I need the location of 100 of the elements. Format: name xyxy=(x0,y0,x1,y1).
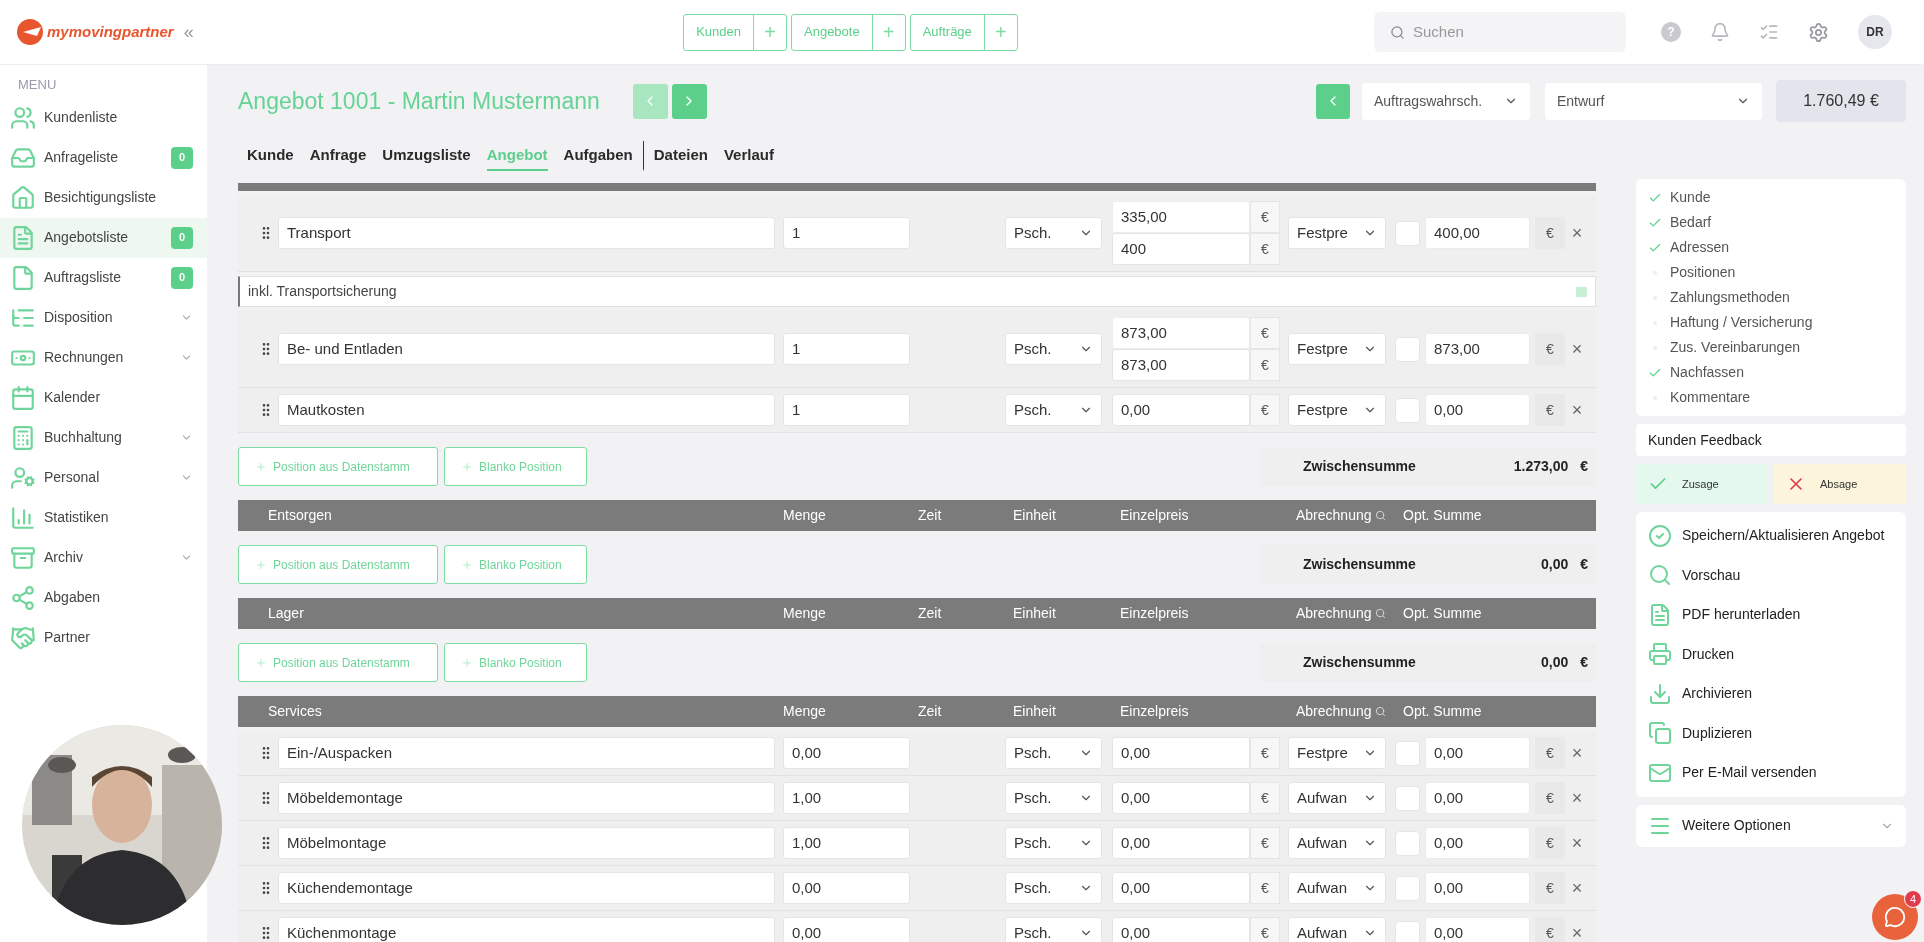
unit-select[interactable]: Psch. xyxy=(1005,782,1102,814)
unit-select[interactable]: Psch. xyxy=(1005,333,1102,365)
more-options-button[interactable]: Weitere Optionen xyxy=(1636,804,1906,847)
unit-select[interactable]: Psch. xyxy=(1005,827,1102,859)
next-button[interactable] xyxy=(671,83,707,119)
price-field[interactable]: 873,00 xyxy=(1112,317,1250,349)
tab[interactable]: Aufgaben xyxy=(563,141,633,171)
sum-field[interactable]: 0,00 xyxy=(1425,737,1530,769)
search-icon[interactable] xyxy=(1374,706,1386,717)
remove-button[interactable]: × xyxy=(1565,834,1589,852)
position-name-field[interactable]: Küchenmontage xyxy=(278,917,775,942)
sidebar-item[interactable]: Kundenliste xyxy=(0,97,207,138)
position-name-field[interactable]: Möbeldemontage xyxy=(278,782,775,814)
optional-checkbox[interactable] xyxy=(1395,220,1420,246)
position-name-field[interactable]: Ein-/Auspacken xyxy=(278,737,775,769)
tab[interactable]: Umzugsliste xyxy=(382,141,471,171)
action-button[interactable]: PDF herunterladen xyxy=(1648,595,1894,635)
sidebar-item[interactable]: Disposition xyxy=(0,297,207,338)
remove-button[interactable]: × xyxy=(1565,789,1589,807)
logo-text[interactable]: mymovingpartner xyxy=(47,20,174,44)
sidebar-item[interactable]: Auftragsliste 0 xyxy=(0,257,207,298)
action-button[interactable]: Vorschau xyxy=(1648,555,1894,595)
probability-select[interactable]: Auftragswahrsch. xyxy=(1362,82,1530,120)
sum-field[interactable]: 873,00 xyxy=(1425,333,1530,365)
optional-checkbox[interactable] xyxy=(1395,397,1420,423)
unit-select[interactable]: Psch. xyxy=(1005,917,1102,942)
remove-button[interactable]: × xyxy=(1565,924,1589,942)
billing-select[interactable]: Aufwan xyxy=(1288,782,1386,814)
action-button[interactable]: Speichern/Aktualisieren Angebot xyxy=(1648,516,1894,556)
remove-button[interactable]: × xyxy=(1565,401,1589,419)
action-button[interactable]: Per E-Mail versenden xyxy=(1648,753,1894,793)
unit-select[interactable]: Psch. xyxy=(1005,872,1102,904)
status-select[interactable]: Entwurf xyxy=(1545,82,1762,120)
position-name-field[interactable]: Be- und Entladen xyxy=(278,333,775,365)
sidebar-item[interactable]: Buchhaltung xyxy=(0,417,207,458)
quantity-field[interactable]: 1,00 xyxy=(783,782,910,814)
remove-button[interactable]: × xyxy=(1565,744,1589,762)
tab[interactable]: Kunde xyxy=(247,141,294,171)
unit-select[interactable]: Psch. xyxy=(1005,737,1102,769)
accept-button[interactable]: Zusage xyxy=(1636,464,1768,504)
remove-button[interactable]: × xyxy=(1565,340,1589,358)
quantity-field[interactable]: 1,00 xyxy=(783,827,910,859)
avatar[interactable]: DR xyxy=(1858,15,1892,49)
price-field[interactable]: 335,00 xyxy=(1112,201,1250,233)
position-name-field[interactable]: Küchendemontage xyxy=(278,872,775,904)
position-name-field[interactable]: Transport xyxy=(278,217,775,249)
tab[interactable]: Anfrage xyxy=(309,141,367,171)
sidebar-item[interactable]: Anfrageliste 0 xyxy=(0,137,207,178)
sidebar-item[interactable]: Angebotsliste 0 xyxy=(0,217,207,258)
tab[interactable]: Dateien xyxy=(642,141,708,171)
optional-checkbox[interactable] xyxy=(1395,740,1420,766)
quantity-field[interactable]: 1 xyxy=(783,394,910,426)
sidebar-item[interactable]: Partner xyxy=(0,617,207,658)
optional-checkbox[interactable] xyxy=(1395,830,1420,856)
action-button[interactable]: Archivieren xyxy=(1648,674,1894,714)
tab[interactable]: Verlauf xyxy=(723,141,774,171)
sum-field[interactable]: 0,00 xyxy=(1425,872,1530,904)
billing-select[interactable]: Festpre xyxy=(1288,394,1386,426)
price-field[interactable]: 0,00 xyxy=(1112,827,1250,859)
billing-select[interactable]: Aufwan xyxy=(1288,872,1386,904)
sum-field[interactable]: 0,00 xyxy=(1425,917,1530,942)
optional-checkbox[interactable] xyxy=(1395,920,1420,942)
settings-icon[interactable] xyxy=(1808,21,1829,43)
sidebar-item[interactable]: Statistiken xyxy=(0,497,207,538)
price-field[interactable]: 400 xyxy=(1112,233,1250,265)
reject-button[interactable]: Absage xyxy=(1774,464,1906,504)
back-button[interactable] xyxy=(1316,83,1350,119)
sidebar-item[interactable]: Kalender xyxy=(0,377,207,418)
price-field[interactable]: 0,00 xyxy=(1112,782,1250,814)
quantity-field[interactable]: 0,00 xyxy=(783,917,910,942)
search-icon[interactable] xyxy=(1374,608,1386,619)
remove-button[interactable]: × xyxy=(1565,224,1589,242)
billing-select[interactable]: Festpre xyxy=(1288,737,1386,769)
price-field[interactable]: 0,00 xyxy=(1112,737,1250,769)
quantity-field[interactable]: 1 xyxy=(783,333,910,365)
billing-select[interactable]: Festpre xyxy=(1288,333,1386,365)
optional-checkbox[interactable] xyxy=(1395,875,1420,901)
position-name-field[interactable]: Möbelmontage xyxy=(278,827,775,859)
checklist-icon[interactable] xyxy=(1759,22,1779,42)
price-field[interactable]: 0,00 xyxy=(1112,872,1250,904)
price-field[interactable]: 0,00 xyxy=(1112,917,1250,942)
unit-select[interactable]: Psch. xyxy=(1005,217,1102,249)
quantity-field[interactable]: 0,00 xyxy=(783,872,910,904)
billing-select[interactable]: Aufwan xyxy=(1288,917,1386,942)
billing-select[interactable]: Aufwan xyxy=(1288,827,1386,859)
sidebar-item[interactable]: Besichtigungsliste xyxy=(0,177,207,218)
sidebar-item[interactable]: Rechnungen xyxy=(0,337,207,378)
sidebar-item[interactable]: Abgaben xyxy=(0,577,207,618)
price-field[interactable]: 873,00 xyxy=(1112,349,1250,381)
action-button[interactable]: Duplizieren xyxy=(1648,713,1894,753)
note-field[interactable]: inkl. Transportsicherung xyxy=(238,276,1596,307)
position-name-field[interactable]: Mautkosten xyxy=(278,394,775,426)
sum-field[interactable]: 400,00 xyxy=(1425,217,1530,249)
billing-select[interactable]: Festpre xyxy=(1288,217,1386,249)
sum-field[interactable]: 0,00 xyxy=(1425,394,1530,426)
remove-button[interactable]: × xyxy=(1565,879,1589,897)
sidebar-item[interactable]: Personal xyxy=(0,457,207,498)
action-button[interactable]: Drucken xyxy=(1648,634,1894,674)
search-icon[interactable] xyxy=(1374,510,1386,521)
sum-field[interactable]: 0,00 xyxy=(1425,827,1530,859)
